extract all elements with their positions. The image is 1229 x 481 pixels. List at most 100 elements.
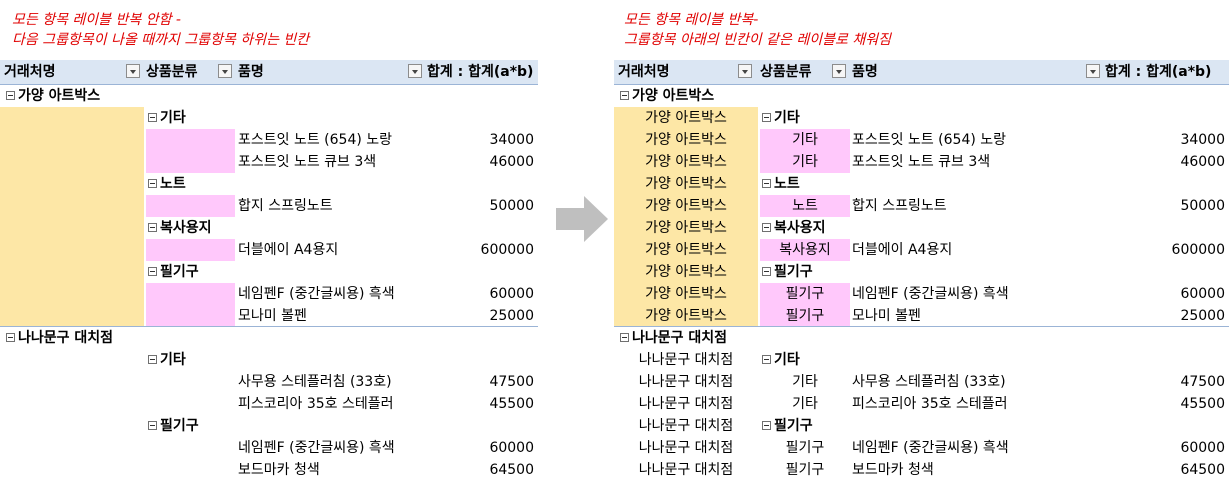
collapse-minus-icon[interactable] [148,222,157,232]
header-vendor: 거래처명 [4,64,56,80]
vendor-repeat-label: 가양 아트박스 [645,198,727,214]
category-group-header[interactable]: 필기구 [148,415,199,437]
right-caption-line2: 그룹항목 아래의 빈칸이 같은 레이블로 채워짐 [624,32,891,48]
item-name: 합지 스프링노트 [238,198,333,214]
category-label: 기타 [160,352,186,368]
item-name: 네임펜F (중간글씨용) 흑색 [852,440,1009,456]
collapse-minus-icon[interactable] [148,420,157,430]
category-blank-fill [146,283,235,305]
vendor-repeat-label: 나나문구 대치점 [638,418,734,434]
vendor-repeat-label: 가양 아트박스 [645,176,727,192]
category-group-header[interactable]: 기타 [148,349,186,371]
item-name: 더블에이 A4용지 [852,242,953,258]
vendor-group-header[interactable]: 나나문구 대치점 [620,327,727,349]
item-name: 더블에이 A4용지 [238,242,339,258]
vendor-group-header[interactable]: 가양 아트박스 [6,85,100,107]
sum-value: 64500 [489,462,534,478]
category-group-header[interactable]: 기타 [762,349,800,371]
pivot-header-row: 거래처명 상품분류 품명 합계 : 합계(a*b) [0,60,538,85]
header-category: 상품분류 [760,64,812,80]
category-group-header[interactable]: 필기구 [762,415,813,437]
vendor-blank-fill [0,129,144,151]
right-caption: 모든 항목 레이블 반복- 그룹항목 아래의 빈칸이 같은 레이블로 채워짐 [624,10,891,50]
vendor-repeat-label: 나나문구 대치점 [638,462,734,478]
item-name: 사무용 스테플러침 (33호) [238,374,392,390]
category-repeat-label: 노트 [792,198,818,214]
category-label: 필기구 [774,418,813,434]
header-sum: 합계 : 합계(a*b) [427,64,534,80]
sum-value: 50000 [489,198,534,214]
category-group-header[interactable]: 필기구 [148,261,199,283]
category-label: 기타 [160,110,186,126]
category-label: 기타 [774,352,800,368]
category-group-header[interactable]: 노트 [148,173,186,195]
item-name: 네임펜F (중간글씨용) 흑색 [852,286,1009,302]
collapse-minus-icon[interactable] [762,266,771,276]
header-item: 품명 [238,64,264,80]
header-item: 품명 [852,64,878,80]
sum-value: 60000 [1180,286,1225,302]
sum-value: 47500 [1180,374,1225,390]
collapse-minus-icon[interactable] [148,266,157,276]
vendor-label: 가양 아트박스 [632,88,715,104]
item-name: 보드마카 청색 [238,462,320,478]
category-repeat-label: 기타 [792,374,818,390]
sum-value: 45500 [1180,396,1225,412]
collapse-minus-icon[interactable] [6,332,15,342]
vendor-blank-fill [0,195,144,217]
vendor-group-header[interactable]: 나나문구 대치점 [6,327,113,349]
collapse-minus-icon[interactable] [762,112,771,122]
filter-dropdown-category-icon[interactable] [832,64,846,78]
filter-dropdown-vendor-icon[interactable] [126,64,140,78]
sum-value: 45500 [489,396,534,412]
filter-dropdown-category-icon[interactable] [218,64,232,78]
collapse-minus-icon[interactable] [762,222,771,232]
item-name: 포스트잇 노트 큐브 3색 [238,154,377,170]
category-label: 필기구 [774,264,813,280]
sum-value: 46000 [489,154,534,170]
item-name: 피스코리아 35호 스테플러 [852,396,1008,412]
filter-dropdown-item-icon[interactable] [1086,64,1100,78]
collapse-minus-icon[interactable] [762,420,771,430]
header-vendor: 거래처명 [618,64,670,80]
filter-dropdown-vendor-icon[interactable] [738,64,752,78]
vendor-repeat-label: 나나문구 대치점 [638,396,734,412]
vendor-blank-fill [0,305,144,327]
collapse-minus-icon[interactable] [620,332,629,342]
item-name: 보드마카 청색 [852,462,934,478]
collapse-minus-icon[interactable] [148,354,157,364]
vendor-blank-fill [0,261,144,283]
category-group-header[interactable]: 기타 [148,107,186,129]
category-blank-fill [146,195,235,217]
category-label: 노트 [160,176,186,192]
vendor-group-header[interactable]: 가양 아트박스 [620,85,714,107]
collapse-minus-icon[interactable] [6,90,15,100]
item-name: 네임펜F (중간글씨용) 흑색 [238,286,395,302]
item-name: 포스트잇 노트 (654) 노랑 [852,132,1007,148]
category-repeat-label: 필기구 [785,440,825,456]
vendor-repeat-label: 가양 아트박스 [645,132,727,148]
category-group-header[interactable]: 기타 [762,107,800,129]
filter-dropdown-item-icon[interactable] [408,64,422,78]
category-group-header[interactable]: 복사용지 [148,217,212,239]
item-name: 피스코리아 35호 스테플러 [238,396,394,412]
category-repeat-label: 기타 [792,132,818,148]
category-group-header[interactable]: 노트 [762,173,800,195]
collapse-minus-icon[interactable] [148,112,157,122]
category-label: 기타 [774,110,800,126]
category-group-header[interactable]: 필기구 [762,261,813,283]
header-sum: 합계 : 합계(a*b) [1105,64,1212,80]
category-blank-fill [146,151,235,173]
sum-value: 600000 [480,242,534,258]
category-repeat-label: 복사용지 [779,242,831,258]
collapse-minus-icon[interactable] [148,178,157,188]
vendor-label: 가양 아트박스 [18,88,101,104]
collapse-minus-icon[interactable] [762,178,771,188]
collapse-minus-icon[interactable] [620,90,629,100]
sum-value: 60000 [489,440,534,456]
item-name: 네임펜F (중간글씨용) 흑색 [238,440,395,456]
item-name: 합지 스프링노트 [852,198,947,214]
sum-value: 60000 [1180,440,1225,456]
category-group-header[interactable]: 복사용지 [762,217,826,239]
collapse-minus-icon[interactable] [762,354,771,364]
